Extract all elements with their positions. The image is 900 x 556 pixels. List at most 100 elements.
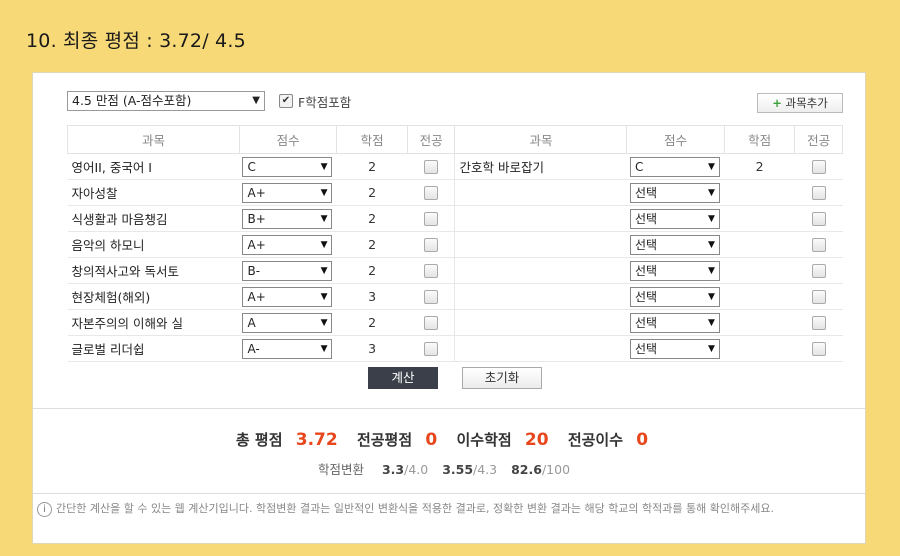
credits-input[interactable]: 2 [724, 153, 795, 180]
table-row: 글로벌 리더쉽 A- ▼ 3 선택 ▼ [67, 335, 843, 362]
table-row: 현장체험(해외) A+ ▼ 3 선택 ▼ [67, 283, 843, 310]
major-checkbox[interactable] [811, 160, 826, 175]
subject-input[interactable]: 창의적사고와 독서토 [67, 257, 240, 284]
subject-input[interactable]: 식생활과 마음챙김 [67, 205, 240, 232]
grade-select[interactable]: A ▼ [242, 312, 333, 333]
column-header-subject: 과목 [454, 125, 628, 154]
major-checkbox[interactable] [811, 186, 826, 201]
subject-input[interactable]: 자아성찰 [67, 179, 240, 206]
top-controls: 4.5 만점 (A-점수포함) ▼ ✔ F학점포함 + 과목추가 [67, 91, 843, 113]
credits-input[interactable] [724, 205, 795, 232]
credits-input[interactable] [724, 179, 795, 206]
grade-select[interactable]: C ▼ [242, 156, 333, 177]
credits-input[interactable]: 2 [336, 179, 408, 206]
subject-input[interactable] [454, 257, 627, 284]
grade-select-value: 선택 [634, 185, 658, 200]
grade-scale-value: 4.5 만점 (A-점수포함) [72, 93, 192, 108]
calculate-button[interactable]: 계산 [368, 367, 438, 389]
table-row: 식생활과 마음챙김 B+ ▼ 2 선택 ▼ [67, 205, 843, 232]
caret-down-icon: ▼ [320, 265, 328, 276]
subject-input[interactable] [454, 283, 627, 310]
grade-select[interactable]: 선택 ▼ [629, 234, 720, 255]
major-checkbox[interactable] [423, 238, 438, 253]
grade-select[interactable]: B- ▼ [242, 260, 333, 281]
major-cell [407, 309, 455, 336]
credits-input[interactable]: 2 [336, 257, 408, 284]
grade-select-value: 선택 [634, 263, 658, 278]
major-checkbox[interactable] [423, 342, 438, 357]
grade-select[interactable]: A+ ▼ [242, 234, 333, 255]
subject-input[interactable] [454, 231, 627, 258]
grade-select-value: 선택 [634, 289, 658, 304]
major-cell [407, 283, 455, 310]
grade-select[interactable]: 선택 ▼ [629, 286, 720, 307]
f-include-checkbox[interactable]: ✔ [279, 94, 293, 108]
gpa-calculator-panel: 4.5 만점 (A-점수포함) ▼ ✔ F학점포함 + 과목추가 과목 점수 학… [32, 72, 866, 544]
credits-input[interactable] [724, 283, 795, 310]
subject-input[interactable]: 글로벌 리더쉽 [67, 335, 240, 362]
grade-select[interactable]: A+ ▼ [242, 182, 333, 203]
subject-input[interactable]: 영어II, 중국어 I [67, 153, 240, 180]
major-checkbox[interactable] [423, 212, 438, 227]
grade-cell: A+ ▼ [239, 283, 337, 310]
major-checkbox[interactable] [811, 264, 826, 279]
conversion-100-value: 82.6 [511, 462, 542, 477]
credits-input[interactable]: 3 [336, 283, 408, 310]
major-cell [407, 335, 455, 362]
major-checkbox[interactable] [811, 290, 826, 305]
grade-cell: 선택 ▼ [626, 179, 725, 206]
credits-input[interactable]: 2 [336, 153, 408, 180]
major-checkbox[interactable] [423, 264, 438, 279]
credits-input[interactable]: 3 [336, 335, 408, 362]
subject-input[interactable]: 현장체험(해외) [67, 283, 240, 310]
grade-select[interactable]: 선택 ▼ [629, 182, 720, 203]
major-gpa-label: 전공평점 [356, 431, 413, 449]
grade-select[interactable]: 선택 ▼ [629, 338, 720, 359]
grade-cell: A ▼ [239, 309, 337, 336]
major-checkbox[interactable] [811, 212, 826, 227]
credits-input[interactable]: 2 [336, 309, 408, 336]
caret-down-icon: ▼ [320, 213, 328, 224]
caret-down-icon: ▼ [320, 239, 328, 250]
table-header-row: 과목 점수 학점 전공 과목 점수 학점 전공 [67, 125, 843, 154]
caret-down-icon: ▼ [708, 317, 715, 328]
grade-select[interactable]: 선택 ▼ [629, 208, 720, 229]
grade-select[interactable]: 선택 ▼ [629, 260, 720, 281]
reset-button[interactable]: 초기화 [462, 367, 542, 389]
credits-input[interactable]: 2 [336, 205, 408, 232]
major-checkbox[interactable] [811, 342, 826, 357]
subject-input[interactable] [454, 335, 627, 362]
subject-input[interactable]: 간호학 바로잡기 [454, 153, 627, 180]
major-checkbox[interactable] [423, 290, 438, 305]
grade-select[interactable]: C ▼ [629, 156, 720, 177]
major-checkbox[interactable] [811, 316, 826, 331]
credits-input[interactable]: 2 [336, 231, 408, 258]
major-checkbox[interactable] [423, 160, 438, 175]
column-header-credits: 학점 [723, 125, 796, 154]
grade-scale-select[interactable]: 4.5 만점 (A-점수포함) ▼ [67, 91, 265, 111]
credits-input[interactable] [724, 335, 795, 362]
grade-select[interactable]: A+ ▼ [242, 286, 333, 307]
grade-select-value: 선택 [634, 211, 658, 226]
subject-input[interactable] [454, 205, 627, 232]
major-checkbox[interactable] [423, 316, 438, 331]
credits-input[interactable] [724, 257, 795, 284]
major-cell [794, 283, 843, 310]
credits-label: 이수학점 [456, 431, 512, 449]
subject-input[interactable]: 자본주의의 이해와 실 [67, 309, 240, 336]
grade-select[interactable]: 선택 ▼ [629, 312, 720, 333]
credits-input[interactable] [724, 309, 795, 336]
grade-select[interactable]: A- ▼ [242, 338, 333, 359]
add-course-button[interactable]: + 과목추가 [757, 93, 843, 113]
grade-select[interactable]: B+ ▼ [242, 208, 333, 229]
major-checkbox[interactable] [811, 238, 826, 253]
subject-input[interactable] [454, 179, 627, 206]
caret-down-icon: ▼ [320, 343, 328, 354]
caret-down-icon: ▼ [708, 187, 715, 198]
subject-input[interactable] [454, 309, 627, 336]
info-icon: i [37, 501, 52, 517]
subject-input[interactable]: 음악의 하모니 [67, 231, 240, 258]
major-checkbox[interactable] [423, 186, 438, 201]
credits-input[interactable] [724, 231, 795, 258]
result-area: 총 평점 3.72 전공평점 0 이수학점 20 전공이수 0 학점변환 3.3… [33, 408, 865, 494]
